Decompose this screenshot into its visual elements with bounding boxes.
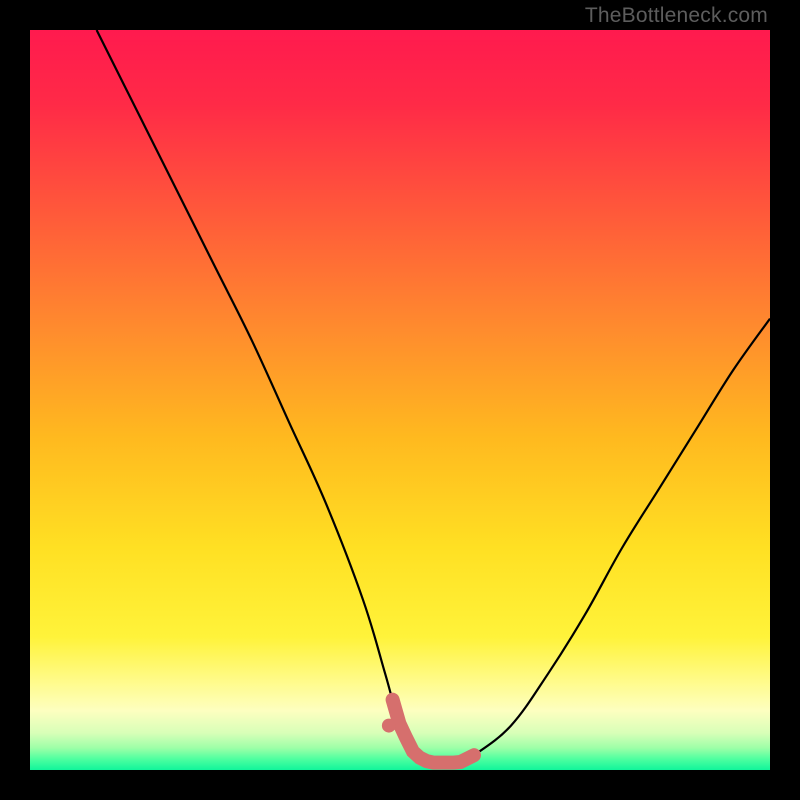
watermark-text: TheBottleneck.com: [585, 4, 768, 28]
plot-area: [30, 30, 770, 770]
bottleneck-curve: [97, 30, 770, 763]
chart-svg: [30, 30, 770, 770]
chart-frame: TheBottleneck.com: [0, 0, 800, 800]
optimal-point-dot: [382, 719, 396, 733]
optimal-range-highlight: [393, 700, 474, 763]
